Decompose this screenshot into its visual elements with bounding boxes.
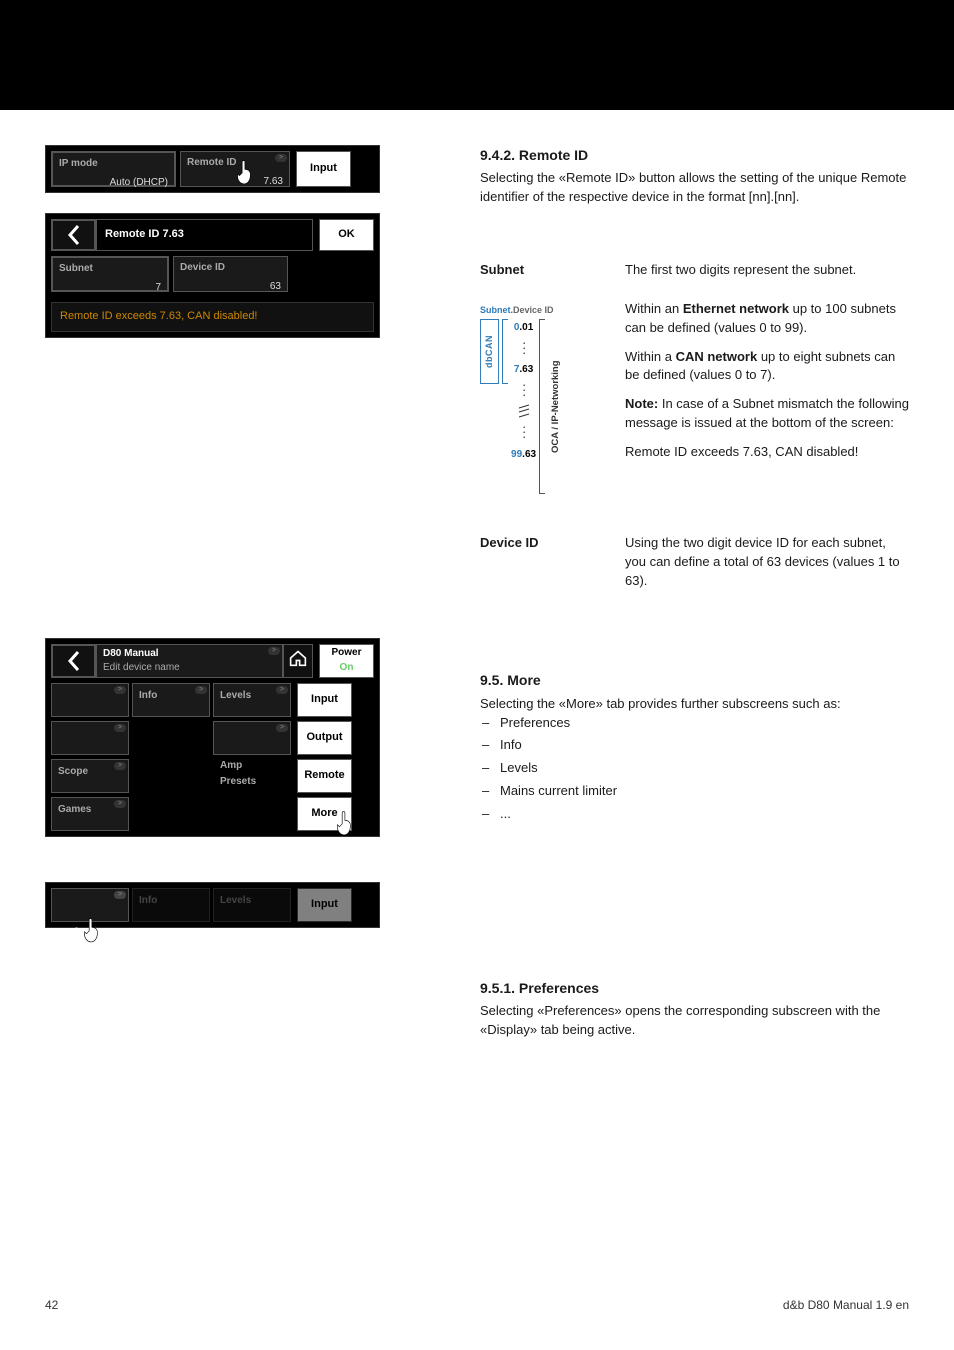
touch-cursor-icon	[333, 808, 355, 838]
touch-cursor-icon	[233, 157, 255, 187]
home-button[interactable]	[283, 644, 313, 678]
levels-label: Levels	[220, 895, 251, 906]
gap-icon	[518, 404, 530, 422]
ok-button[interactable]: OK	[319, 219, 374, 251]
status-warning: Remote ID exceeds 7.63, CAN disabled!	[51, 302, 374, 332]
section-951-body: Selecting «Preferences» opens the corres…	[480, 1002, 909, 1040]
preferences-button-active[interactable]: Prefer- ences	[51, 888, 129, 922]
page-number: 42	[45, 1297, 58, 1314]
scope-button[interactable]: Scope	[51, 759, 129, 793]
info-button-disabled: Info	[132, 888, 210, 922]
info-label: Info	[139, 690, 157, 701]
section-942-body: Selecting the «Remote ID» button allows …	[480, 169, 909, 207]
preferences-button[interactable]: Prefer- ences	[51, 683, 129, 717]
subnet-p2: Within an Ethernet network up to 100 sub…	[625, 300, 909, 338]
chevron-icon	[276, 724, 288, 732]
remote-tab-button[interactable]: Remote	[297, 759, 352, 793]
list-item: Info	[500, 736, 909, 755]
levels-button[interactable]: Levels	[213, 683, 291, 717]
levels-label: Levels	[220, 690, 251, 701]
screenshot-preferences-row: Prefer- ences Info Levels Input	[45, 882, 380, 928]
mains-limiter-button[interactable]: Mains cur- rent limiter	[51, 721, 129, 755]
screenshot-ipmode: IP mode Auto (DHCP) Remote ID 7.63 Input	[45, 145, 380, 193]
subnet-field-value: 7	[59, 281, 161, 296]
chevron-icon	[195, 686, 207, 694]
screenshot-more-menu: D80 Manual Edit device name Power On	[45, 638, 380, 837]
list-item: Mains current limiter	[500, 782, 909, 801]
diagram-subnet-label: Subnet.	[480, 305, 513, 315]
diagram-deviceid-label: Device ID	[513, 305, 554, 315]
deviceid-body: Using the two digit device ID for each s…	[625, 534, 909, 591]
scope-label: Scope	[58, 766, 88, 777]
subnet-field-label: Subnet	[59, 262, 161, 277]
subnet-p3: Within a CAN network up to eight subnets…	[625, 348, 909, 386]
screenshot-remote-id: Remote ID 7.63 OK Subnet 7 Device ID 63 …	[45, 213, 380, 338]
input-tab-button[interactable]: Input	[296, 151, 351, 187]
chevron-icon	[276, 686, 288, 694]
amp-presets-button[interactable]: Amp Presets	[213, 721, 291, 755]
chevron-icon	[114, 800, 126, 808]
chevron-icon	[268, 647, 280, 655]
screen-title: Remote ID 7.63	[96, 219, 313, 251]
section-95-title: 9.5. More	[480, 670, 909, 690]
back-button[interactable]	[51, 644, 96, 678]
section-95-intro: Selecting the «More» tab provides furthe…	[480, 695, 909, 714]
section-942-title: 9.4.2. Remote ID	[480, 145, 909, 165]
list-item: Preferences	[500, 714, 909, 733]
home-icon	[288, 649, 308, 673]
document-id: d&b D80 Manual 1.9 en	[783, 1297, 909, 1314]
chevron-icon	[114, 686, 126, 694]
games-label: Games	[58, 804, 91, 815]
output-tab-button[interactable]: Output	[297, 721, 352, 755]
list-item: Levels	[500, 759, 909, 778]
ocaip-label: OCA / IP-Networking	[548, 319, 564, 494]
device-name-title: D80 Manual	[103, 647, 276, 662]
chevron-icon	[114, 891, 126, 899]
info-button[interactable]: Info	[132, 683, 210, 717]
deviceid-field-label: Device ID	[180, 261, 281, 276]
device-name-subtitle: Edit device name	[103, 661, 276, 676]
ip-mode-value: Auto (DHCP)	[59, 176, 168, 191]
power-value: On	[340, 661, 354, 676]
subnet-diagram: Subnet.Device ID dbCAN 0.01 ··· 7.63	[480, 300, 600, 494]
levels-button-disabled: Levels	[213, 888, 291, 922]
info-label: Info	[139, 895, 157, 906]
more-items-list: Preferences Info Levels Mains current li…	[480, 714, 909, 824]
section-951-title: 9.5.1. Preferences	[480, 978, 909, 998]
games-button[interactable]: Games	[51, 797, 129, 831]
chevron-icon	[114, 762, 126, 770]
subnet-note: Note: In case of a Subnet mismatch the f…	[625, 395, 909, 433]
power-label: Power	[331, 646, 361, 661]
back-button[interactable]	[51, 219, 96, 251]
dbcan-label: dbCAN	[480, 319, 499, 384]
ip-mode-label: IP mode	[59, 157, 168, 172]
more-tab-button[interactable]: More	[297, 797, 352, 831]
subnet-note2: Remote ID exceeds 7.63, CAN disabled!	[625, 443, 909, 462]
chevron-icon	[114, 724, 126, 732]
input-tab-button[interactable]: Input	[297, 683, 352, 717]
chevron-icon	[275, 154, 287, 162]
power-button[interactable]: Power On	[319, 644, 374, 678]
subnet-p1: The first two digits represent the subne…	[625, 261, 909, 280]
subnet-term: Subnet	[480, 261, 625, 290]
deviceid-term: Device ID	[480, 534, 625, 601]
list-item: ...	[500, 805, 909, 824]
input-tab-disabled: Input	[297, 888, 352, 922]
touch-cursor-icon	[80, 899, 102, 929]
header-bar	[0, 0, 954, 110]
deviceid-field-value: 63	[180, 280, 281, 295]
